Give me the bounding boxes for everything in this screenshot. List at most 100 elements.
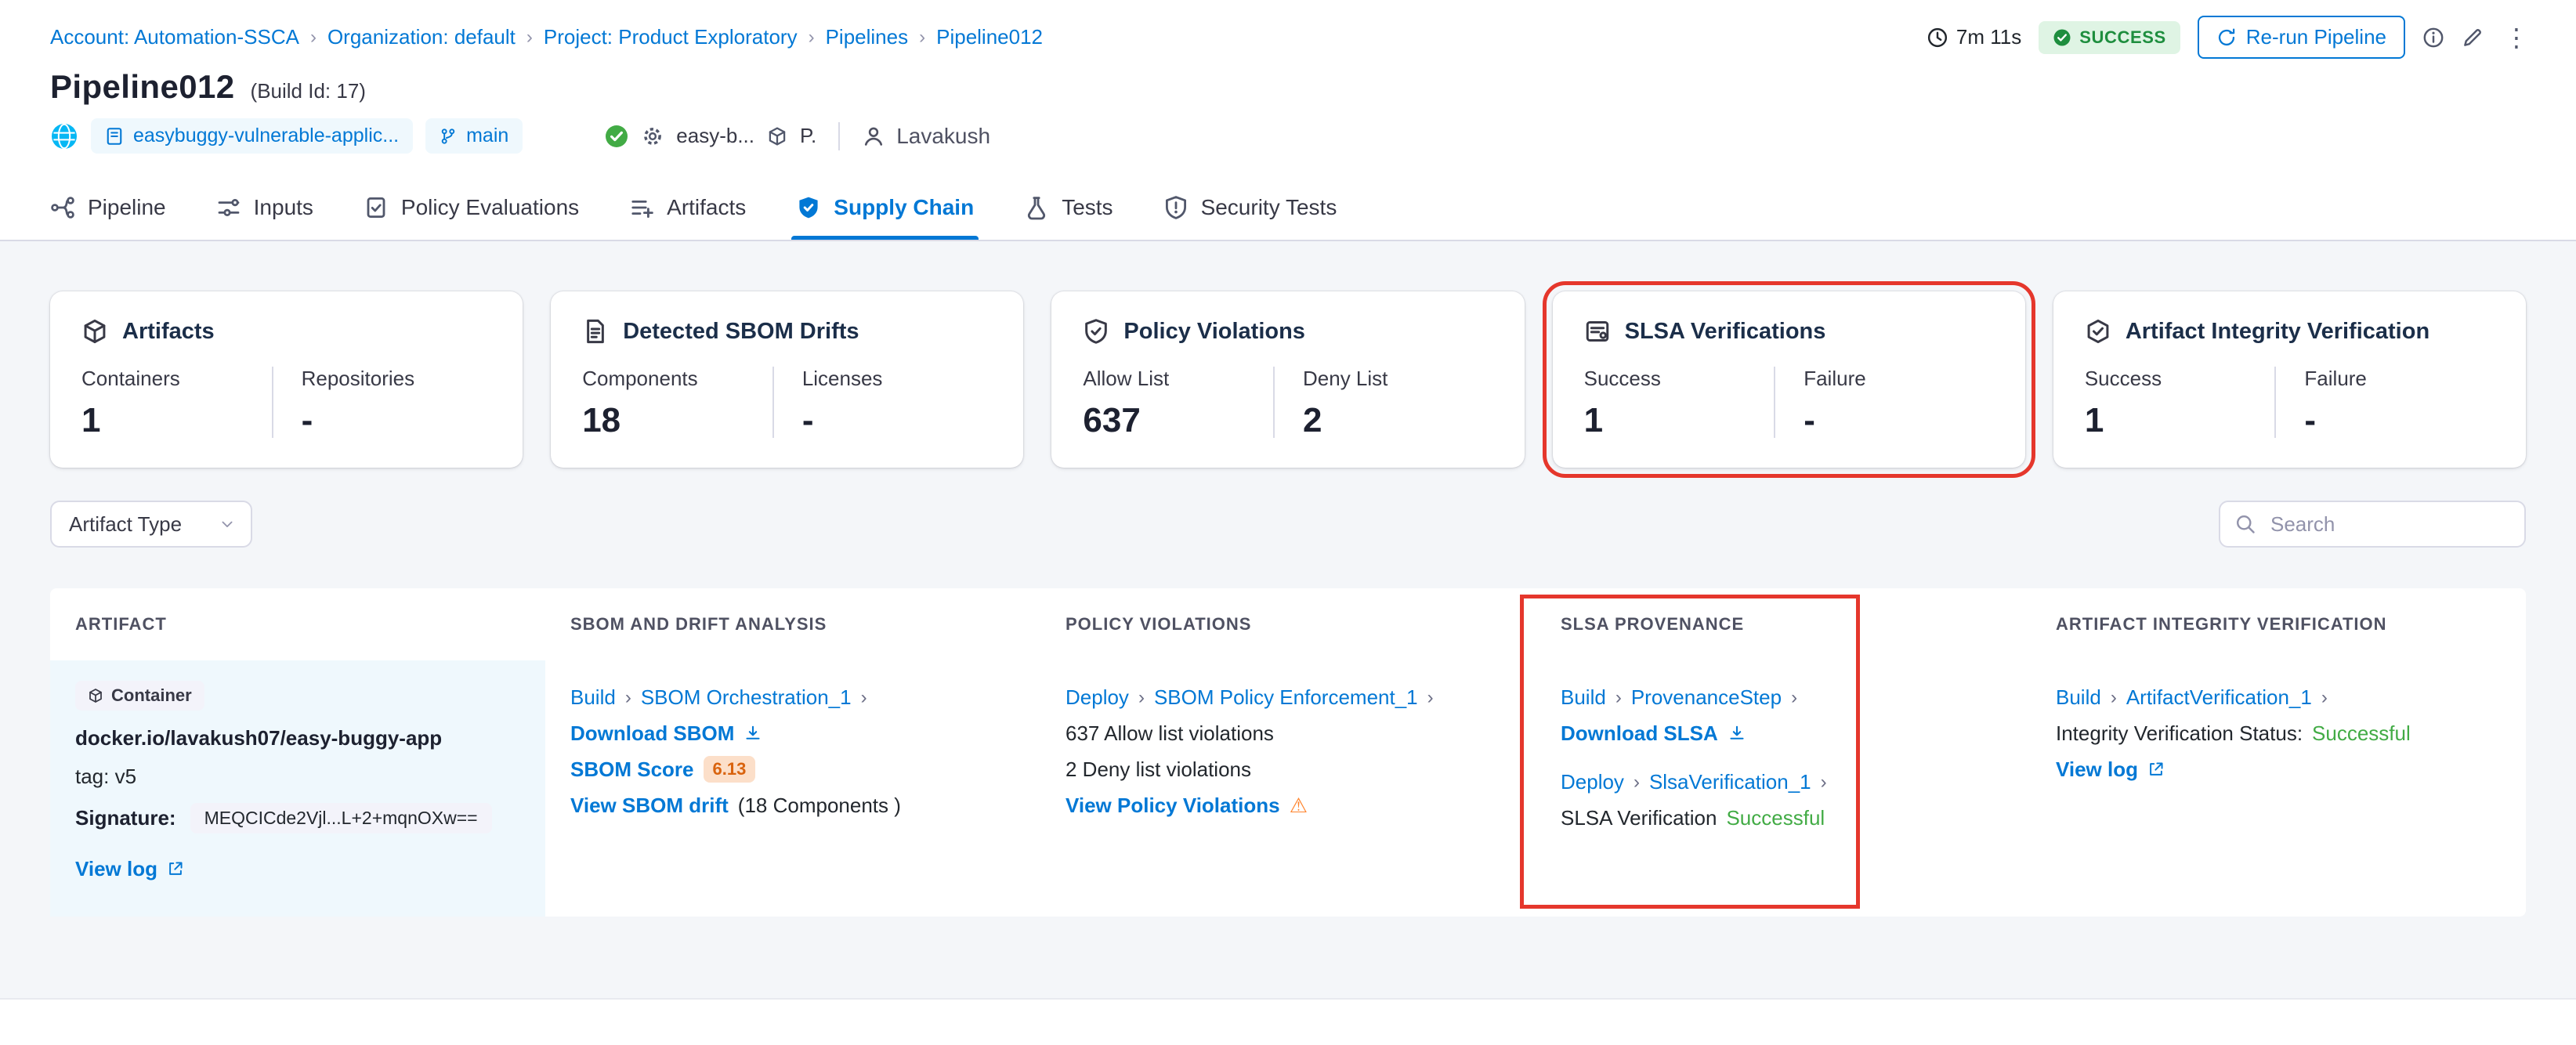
search-input[interactable] — [2219, 501, 2526, 548]
breadcrumb-pipelines[interactable]: Pipelines — [826, 25, 909, 49]
gear-icon — [642, 125, 664, 147]
card-artifact-integrity: Artifact Integrity Verification Success … — [2053, 291, 2527, 468]
warning-icon: ⚠ — [1289, 794, 1308, 817]
tab-policy-evaluations[interactable]: Policy Evaluations — [364, 175, 579, 240]
breadcrumb-project[interactable]: Project: Product Exploratory — [544, 25, 798, 49]
artifact-image-name: docker.io/lavakush07/easy-buggy-app — [75, 726, 443, 750]
external-link-icon — [2147, 761, 2165, 778]
signature-label: Signature: — [75, 806, 176, 830]
more-options-kebab-icon[interactable]: ⋮ — [2501, 25, 2532, 50]
view-log-link[interactable]: View log — [2056, 758, 2165, 782]
view-log-link[interactable]: View log — [75, 857, 184, 881]
card-title: Policy Violations — [1123, 318, 1305, 344]
list-plus-icon — [629, 195, 654, 220]
chevron-right-icon: › — [1633, 772, 1640, 793]
pipeline-icon — [50, 195, 75, 220]
metric-label: Allow List — [1083, 367, 1170, 390]
security-shield-icon — [1163, 195, 1189, 220]
metric-value: 18 — [582, 401, 621, 439]
chevron-right-icon: › — [624, 687, 631, 708]
allow-list-violations: 637 Allow list violations — [1065, 721, 1274, 745]
policy-shield-check-icon — [1083, 318, 1109, 345]
branch-chip[interactable]: main — [425, 118, 523, 154]
metric-label: Deny List — [1303, 367, 1388, 390]
tab-artifacts[interactable]: Artifacts — [629, 175, 746, 240]
repository-chip[interactable]: easybuggy-vulnerable-applic... — [91, 118, 414, 154]
step-link[interactable]: SBOM Policy Enforcement_1 — [1154, 685, 1418, 710]
chevron-right-icon: › — [1427, 687, 1434, 708]
repository-name: easybuggy-vulnerable-applic... — [133, 125, 400, 146]
stage-link[interactable]: Build — [1561, 685, 1606, 710]
title-row: Pipeline012 (Build Id: 17) — [0, 62, 2576, 118]
breadcrumb-pipeline012[interactable]: Pipeline012 — [936, 25, 1043, 49]
tab-security-tests[interactable]: Security Tests — [1163, 175, 1337, 240]
tab-label: Policy Evaluations — [400, 195, 580, 219]
breadcrumb-account[interactable]: Account: Automation-SSCA — [50, 25, 299, 49]
tab-tests[interactable]: Tests — [1024, 175, 1113, 240]
tab-label: Security Tests — [1200, 195, 1337, 219]
column-header-artifact: ARTIFACT — [75, 614, 167, 634]
column-header-slsa: SLSA PROVENANCE — [1561, 614, 1745, 634]
tab-supply-chain[interactable]: Supply Chain — [791, 175, 980, 240]
status-text: SUCCESS — [2079, 27, 2166, 47]
column-header-integrity: ARTIFACT INTEGRITY VERIFICATION — [2056, 614, 2387, 634]
metric-value: - — [301, 401, 313, 439]
chevron-right-icon: › — [2321, 687, 2328, 708]
artifact-type-select[interactable]: Artifact Type — [50, 501, 253, 548]
build-id: (Build Id: 17) — [250, 79, 366, 103]
search-box — [2219, 501, 2526, 548]
sbom-document-icon — [582, 318, 609, 345]
shield-check-icon — [796, 195, 821, 220]
step-link[interactable]: ProvenanceStep — [1631, 685, 1782, 710]
tab-inputs[interactable]: Inputs — [216, 175, 313, 240]
stage-link[interactable]: Build — [2056, 685, 2101, 710]
execution-duration: 7m 11s — [1927, 25, 2021, 49]
info-icon[interactable] — [2422, 27, 2444, 49]
integrity-status-value: Successful — [2312, 721, 2411, 745]
metric-value: 2 — [1303, 401, 1322, 439]
rerun-pipeline-button[interactable]: Re-run Pipeline — [2197, 16, 2405, 59]
view-policy-violations-link[interactable]: View Policy Violations — [1065, 794, 1280, 818]
chevron-right-icon: › — [1820, 772, 1827, 793]
step-link[interactable]: SBOM Orchestration_1 — [641, 685, 852, 710]
tab-label: Tests — [1062, 195, 1113, 219]
repository-icon — [105, 127, 124, 146]
step-link[interactable]: ArtifactVerification_1 — [2126, 685, 2312, 710]
artifact-cell: Container docker.io/lavakush07/easy-bugg… — [50, 660, 545, 917]
tab-label: Inputs — [253, 195, 313, 219]
rerun-label: Re-run Pipeline — [2245, 25, 2386, 49]
artifact-type-label: Artifact Type — [69, 512, 183, 536]
chevron-right-icon: › — [309, 26, 317, 48]
tab-bar: Pipeline Inputs Policy Evaluations Artif… — [0, 175, 2576, 241]
stage-link[interactable]: Build — [570, 685, 616, 710]
metric-value: 1 — [2084, 401, 2104, 439]
breadcrumb-organization[interactable]: Organization: default — [327, 25, 516, 49]
execution-meta-row: easybuggy-vulnerable-applic... main easy… — [0, 118, 2576, 175]
sbom-score-link[interactable]: SBOM Score — [570, 758, 694, 782]
metric-label: Failure — [1804, 367, 1866, 390]
stage-link[interactable]: Deploy — [1561, 770, 1624, 794]
user-name: Lavakush — [896, 123, 991, 148]
artifact-tag: tag: v5 — [75, 765, 137, 788]
chevron-right-icon: › — [1791, 687, 1798, 708]
view-sbom-drift-link[interactable]: View SBOM drift — [570, 794, 729, 818]
sbom-cell: Build › SBOM Orchestration_1 › Download … — [545, 660, 1040, 917]
stage-link[interactable]: Deploy — [1065, 685, 1129, 710]
chevron-down-icon — [219, 516, 235, 532]
chevron-right-icon: › — [1615, 687, 1622, 708]
table-row: Container docker.io/lavakush07/easy-bugg… — [50, 660, 2526, 917]
download-sbom-link[interactable]: Download SBOM — [570, 721, 762, 746]
tab-pipeline[interactable]: Pipeline — [50, 175, 166, 240]
status-badge: SUCCESS — [2039, 20, 2180, 54]
supply-chain-content: Artifacts Containers 1 Repositories - De… — [0, 241, 2576, 998]
top-bar: Account: Automation-SSCA › Organization:… — [0, 0, 2576, 62]
card-slsa-verifications: SLSA Verifications Success 1 Failure - — [1542, 281, 2035, 478]
execution-actions: 7m 11s SUCCESS Re-run Pipeline ⋮ — [1927, 16, 2532, 59]
step-link[interactable]: SlsaVerification_1 — [1649, 770, 1811, 794]
download-slsa-link[interactable]: Download SLSA — [1561, 721, 1746, 746]
pipeline-execution-page: Account: Automation-SSCA › Organization:… — [0, 0, 2576, 1045]
deny-list-violations: 2 Deny list violations — [1065, 757, 1251, 781]
edit-pencil-icon[interactable] — [2462, 27, 2484, 49]
card-title: Detected SBOM Drifts — [623, 318, 859, 344]
sbom-drift-count: (18 Components ) — [737, 793, 901, 817]
